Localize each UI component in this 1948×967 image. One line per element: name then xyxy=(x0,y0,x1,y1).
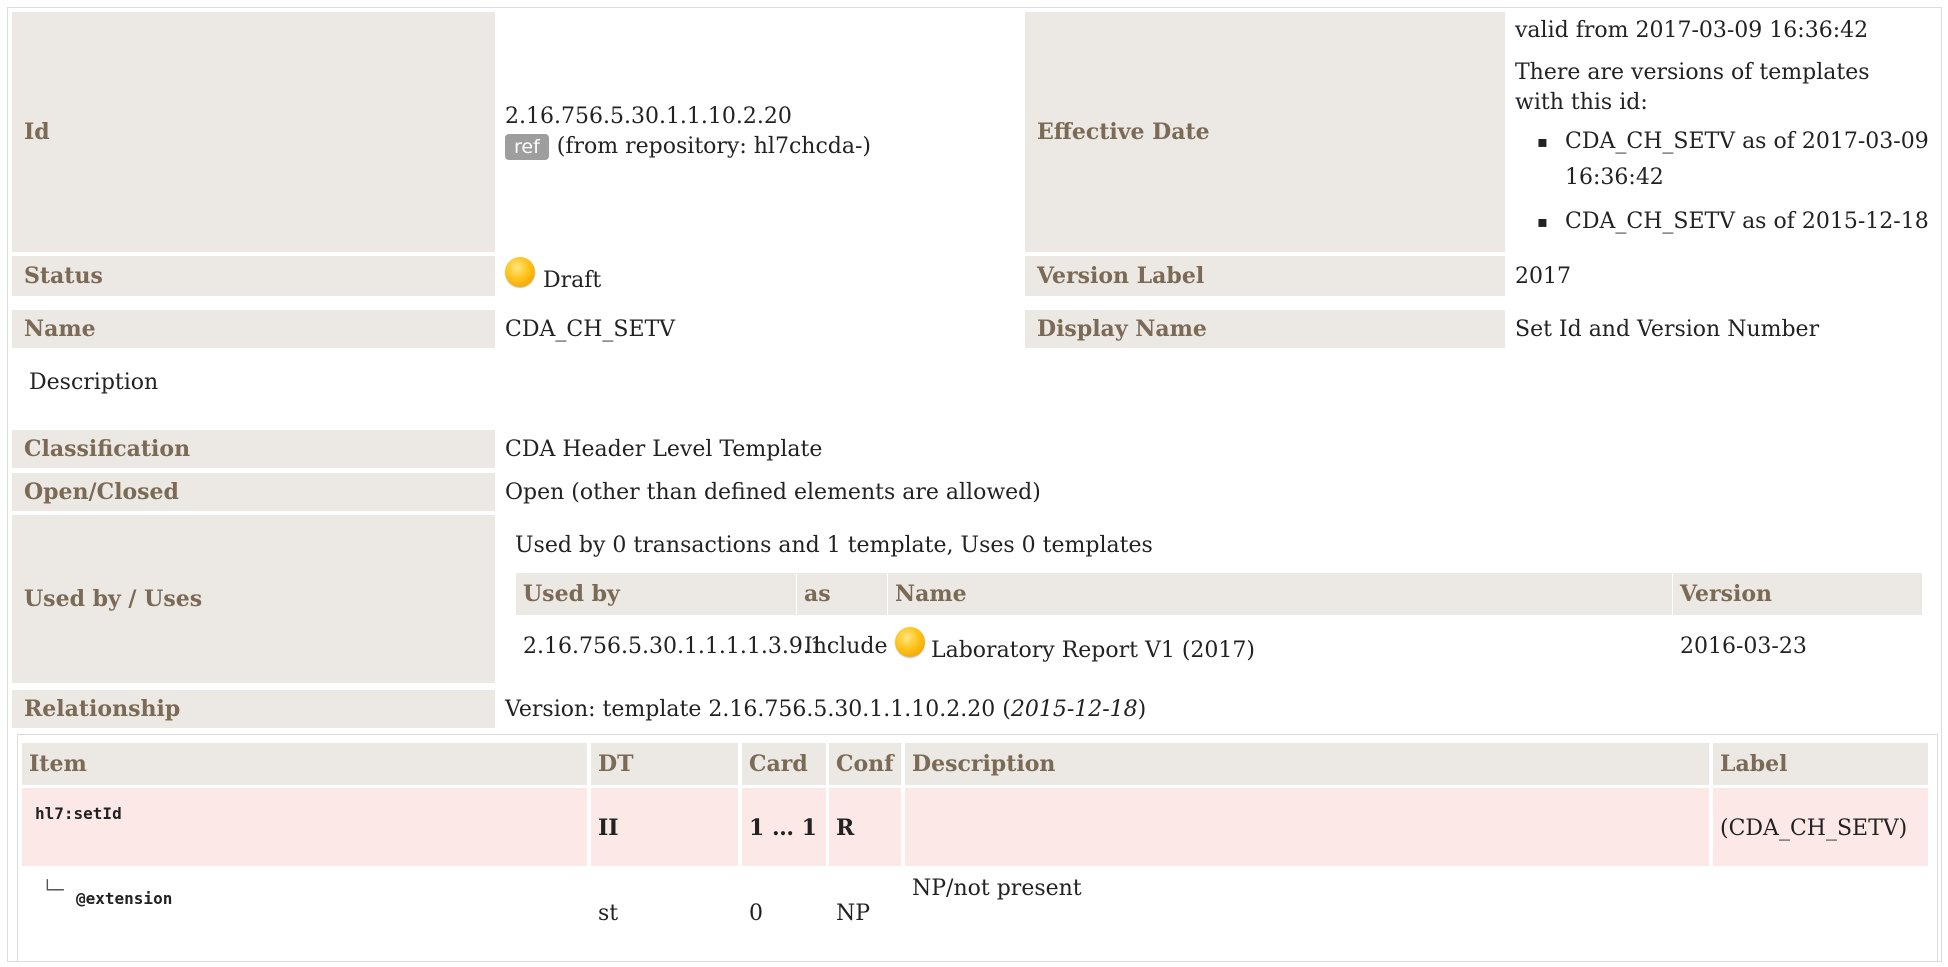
item-label-extension xyxy=(1713,893,1928,933)
items-header-item: Item xyxy=(22,743,587,785)
status-value: Draft xyxy=(543,267,602,293)
item-conf-setid: R xyxy=(836,815,855,841)
open-closed-value: Open (other than defined elements are al… xyxy=(505,479,1041,505)
status-draft-icon xyxy=(505,257,535,287)
used-by-label: Used by / Uses xyxy=(12,515,495,683)
used-by-version: 2016-03-23 xyxy=(1680,633,1807,659)
status-draft-icon xyxy=(895,627,925,657)
items-header-dt: DT xyxy=(591,743,738,785)
status-label: Status xyxy=(12,256,495,296)
classification-value: CDA Header Level Template xyxy=(505,436,823,462)
used-by-summary: Used by 0 transactions and 1 template, U… xyxy=(515,532,1153,558)
item-name-extension[interactable]: @extension xyxy=(76,889,476,913)
version-item[interactable]: CDA_CH_SETV as of 2015-12-18 xyxy=(1537,204,1939,240)
items-header-card: Card xyxy=(742,743,826,785)
repository-text: (from repository: hl7chcda-) xyxy=(556,134,871,159)
relationship-prefix: Version: template 2.16.756.5.30.1.1.10.2… xyxy=(505,696,1011,722)
valid-from: valid from 2017-03-09 16:36:42 xyxy=(1515,18,1869,43)
used-by-as: Include xyxy=(804,633,888,659)
name-value: CDA_CH_SETV xyxy=(505,316,676,342)
item-card-extension: 0 xyxy=(749,900,763,926)
used-by-name[interactable]: Laboratory Report V1 (2017) xyxy=(931,638,1255,663)
display-name-value: Set Id and Version Number xyxy=(1515,316,1820,342)
repository-line: ref (from repository: hl7chcda-) xyxy=(505,132,1025,162)
ref-badge: ref xyxy=(505,134,549,160)
items-header-description: Description xyxy=(905,743,1709,785)
used-by-header-as: as xyxy=(797,573,887,615)
used-by-name-cell: Laboratory Report V1 (2017) xyxy=(888,626,1672,666)
item-card-setid: 1 … 1 xyxy=(749,815,817,841)
versions-list: CDA_CH_SETV as of 2017-03-09 16:36:42 CD… xyxy=(1515,124,1939,240)
id-label: Id xyxy=(12,12,495,252)
status-value-cell: Draft xyxy=(495,256,1025,296)
versions-note: There are versions of templates with thi… xyxy=(1515,60,1870,115)
effective-date-label: Effective Date xyxy=(1025,12,1505,252)
items-header-conf: Conf xyxy=(829,743,901,785)
template-id: 2.16.756.5.30.1.1.10.2.20 xyxy=(505,104,792,129)
item-dt-setid[interactable]: II xyxy=(591,808,738,848)
open-closed-label: Open/Closed xyxy=(12,473,495,511)
version-label-label: Version Label xyxy=(1025,256,1505,296)
id-value-cell: 2.16.756.5.30.1.1.10.2.20 ref (from repos… xyxy=(495,12,1025,252)
used-by-header-name: Name xyxy=(888,573,1672,615)
item-name-setid[interactable]: hl7:setId xyxy=(35,804,535,828)
item-description-setid xyxy=(905,808,1709,848)
relationship-suffix: ) xyxy=(1137,696,1147,722)
relationship-date[interactable]: 2015-12-18 xyxy=(1011,697,1138,722)
description-heading: Description xyxy=(29,369,159,395)
classification-label: Classification xyxy=(12,430,495,468)
used-by-header-version: Version xyxy=(1673,573,1922,615)
items-header-label: Label xyxy=(1713,743,1928,785)
item-description-extension: NP/not present xyxy=(912,876,1082,901)
name-label: Name xyxy=(12,310,495,348)
version-item[interactable]: CDA_CH_SETV as of 2017-03-09 16:36:42 xyxy=(1537,124,1939,196)
relationship-value: Version: template 2.16.756.5.30.1.1.10.2… xyxy=(495,690,1495,728)
used-by-header-usedby: Used by xyxy=(516,573,796,615)
item-label-setid: (CDA_CH_SETV) xyxy=(1720,815,1908,841)
relationship-label: Relationship xyxy=(12,690,495,728)
version-label-value: 2017 xyxy=(1515,263,1571,289)
item-dt-extension[interactable]: st xyxy=(591,893,738,933)
effective-date-cell: valid from 2017-03-09 16:36:42 There are… xyxy=(1505,12,1939,252)
display-name-label: Display Name xyxy=(1025,310,1505,348)
used-by-template-id[interactable]: 2.16.756.5.30.1.1.1.1.3.9.1 xyxy=(516,626,824,666)
item-conf-extension: NP xyxy=(836,900,871,926)
